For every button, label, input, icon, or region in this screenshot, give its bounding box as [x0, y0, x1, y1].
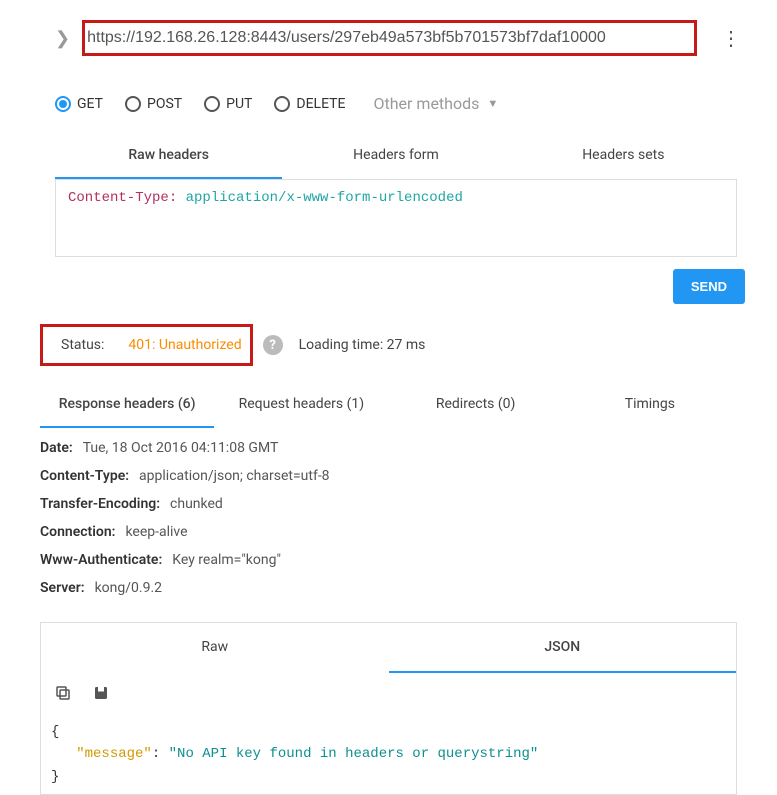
method-put-radio[interactable]: PUT [204, 96, 252, 112]
tab-timings[interactable]: Timings [563, 382, 737, 428]
json-body: { "message": "No API key found in header… [41, 703, 736, 794]
status-label: Status: [61, 337, 104, 353]
send-button[interactable]: SEND [673, 269, 745, 304]
loading-time: Loading time: 27 ms [299, 337, 426, 353]
method-post-radio[interactable]: POST [125, 96, 182, 112]
tab-headers-sets[interactable]: Headers sets [510, 133, 737, 179]
tab-response-headers[interactable]: Response headers (6) [40, 382, 214, 428]
tab-headers-form[interactable]: Headers form [282, 133, 509, 179]
header-row: Date:Tue, 18 Oct 2016 04:11:08 GMT [40, 434, 737, 462]
tab-redirects[interactable]: Redirects (0) [389, 382, 563, 428]
raw-header-key: Content-Type: [68, 190, 186, 206]
header-row: Transfer-Encoding:chunked [40, 490, 737, 518]
other-methods-dropdown[interactable]: Other methods ▼ [373, 94, 498, 113]
chevron-down-icon: ▼ [487, 97, 498, 110]
method-get-label: GET [77, 96, 103, 112]
tab-raw-headers[interactable]: Raw headers [55, 133, 282, 179]
raw-headers-input[interactable]: Content-Type: application/x-www-form-url… [55, 179, 737, 257]
save-icon[interactable] [91, 683, 111, 703]
status-box: Status: 401: Unauthorized [40, 324, 253, 366]
header-row: Connection:keep-alive [40, 518, 737, 546]
raw-header-value: application/x-www-form-urlencoded [186, 190, 463, 206]
help-icon[interactable]: ? [263, 335, 283, 355]
tab-request-headers[interactable]: Request headers (1) [214, 382, 388, 428]
header-row: Server:kong/0.9.2 [40, 574, 737, 602]
status-code: 401: Unauthorized [128, 337, 241, 353]
header-row: Www-Authenticate:Key realm="kong" [40, 546, 737, 574]
method-delete-label: DELETE [296, 96, 345, 112]
method-delete-radio[interactable]: DELETE [274, 96, 345, 112]
url-input[interactable] [82, 20, 697, 56]
header-row: Content-Type:application/json; charset=u… [40, 462, 737, 490]
kebab-menu-icon[interactable]: ⋮ [715, 26, 747, 50]
other-methods-label: Other methods [373, 94, 479, 113]
method-get-radio[interactable]: GET [55, 96, 103, 112]
expand-icon[interactable]: ❯ [55, 28, 70, 49]
copy-icon[interactable] [53, 683, 73, 703]
tab-body-json[interactable]: JSON [389, 623, 737, 673]
method-put-label: PUT [226, 96, 252, 112]
method-post-label: POST [147, 96, 182, 112]
response-headers-list: Date:Tue, 18 Oct 2016 04:11:08 GMT Conte… [40, 434, 737, 602]
tab-body-raw[interactable]: Raw [41, 623, 389, 673]
